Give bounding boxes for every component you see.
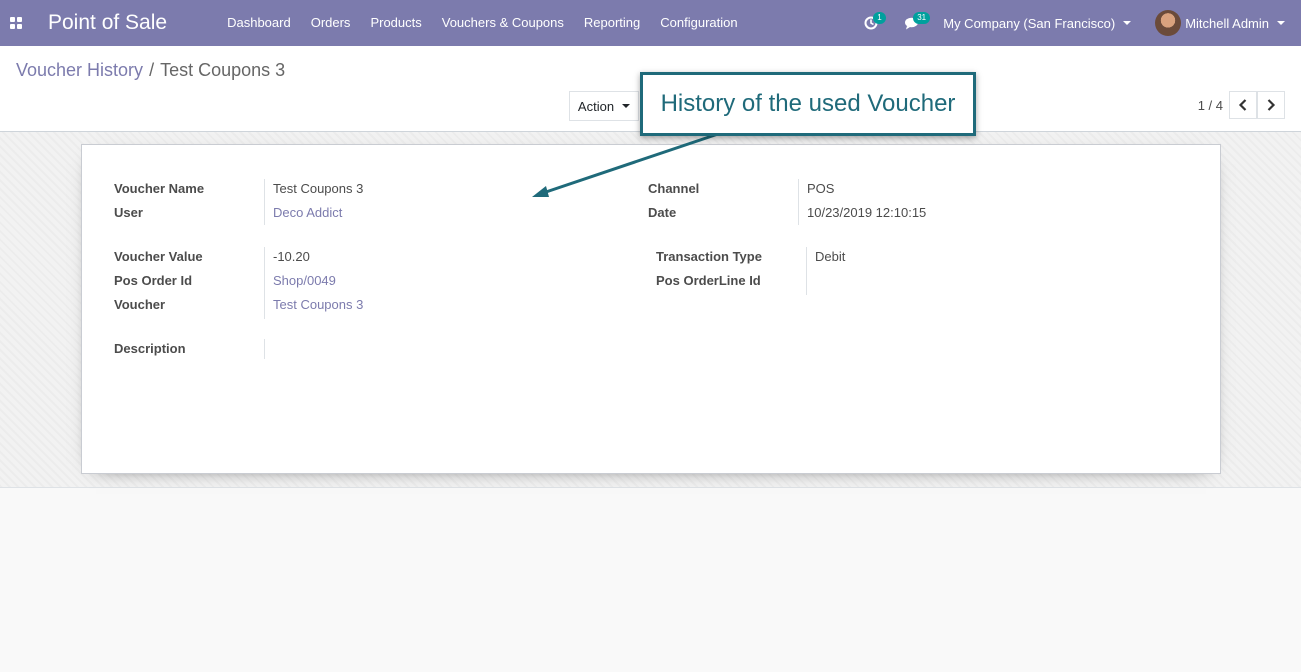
pager-value[interactable]: 1 / 4	[1198, 98, 1223, 113]
user-label: User	[114, 205, 143, 220]
channel-label: Channel	[648, 181, 700, 196]
channel-value[interactable]: POS	[807, 181, 834, 196]
action-label: Action	[577, 98, 615, 114]
callout-text: History of the used Voucher	[660, 90, 956, 117]
field-separator	[264, 339, 265, 359]
voucher-value[interactable]: -10.20	[273, 249, 310, 264]
systray: 1 31 My Company (San Francisco) Mitchell…	[851, 0, 1301, 46]
voucher-value-label: Voucher Value	[114, 249, 203, 264]
voucher-name-label: Voucher Name	[114, 181, 205, 196]
description-label: Description	[114, 341, 186, 356]
messages-badge: 31	[913, 12, 931, 24]
transaction-type-label: Transaction Type	[656, 249, 762, 264]
app-brand[interactable]: Point of Sale	[48, 11, 167, 35]
field-separator	[806, 247, 807, 295]
menu-item-dashboard[interactable]: Dashboard	[217, 0, 301, 46]
field-separator	[798, 179, 799, 225]
voucher-label: Voucher	[114, 297, 166, 312]
annotation-callout: History of the used Voucher	[640, 72, 976, 136]
pos-order-id-link[interactable]: Shop/0049	[273, 273, 336, 288]
pager: 1 / 4	[1198, 91, 1285, 119]
caret-down-icon	[1277, 21, 1285, 25]
menu-item-orders[interactable]: Orders	[301, 0, 361, 46]
breadcrumb: Voucher History / Test Coupons 3	[16, 60, 285, 81]
pos-orderline-id-label: Pos OrderLine Id	[656, 273, 761, 288]
menu-item-reporting[interactable]: Reporting	[574, 0, 650, 46]
breadcrumb-current: Test Coupons 3	[160, 60, 286, 80]
field-separator	[264, 179, 265, 225]
transaction-type-value[interactable]: Debit	[815, 249, 845, 264]
messages-icon[interactable]: 31	[891, 0, 931, 46]
breadcrumb-parent[interactable]: Voucher History	[16, 60, 143, 81]
company-name: My Company (San Francisco)	[943, 15, 1116, 31]
user-link[interactable]: Deco Addict	[273, 205, 342, 220]
voucher-link[interactable]: Test Coupons 3	[273, 297, 363, 312]
action-button[interactable]: Action	[569, 91, 639, 121]
caret-down-icon	[1123, 21, 1132, 25]
user-menu[interactable]: Mitchell Admin	[1143, 10, 1301, 36]
user-name: Mitchell Admin	[1185, 15, 1269, 31]
pager-next-button[interactable]	[1257, 91, 1285, 119]
breadcrumb-separator: /	[149, 60, 155, 80]
menu-item-vouchers-coupons[interactable]: Vouchers & Coupons	[432, 0, 574, 46]
main-menu: Dashboard Orders Products Vouchers & Cou…	[217, 0, 748, 46]
chevron-left-icon	[1238, 99, 1247, 111]
caret-down-icon	[622, 104, 631, 108]
avatar	[1155, 10, 1182, 36]
form-sheet: Voucher Name User Test Coupons 3 Deco Ad…	[81, 144, 1221, 474]
activity-badge: 1	[873, 12, 886, 24]
company-switcher[interactable]: My Company (San Francisco)	[931, 16, 1143, 31]
chevron-right-icon	[1267, 99, 1276, 111]
voucher-name-value[interactable]: Test Coupons 3	[273, 181, 363, 196]
activity-icon[interactable]: 1	[851, 0, 891, 46]
menu-item-configuration[interactable]: Configuration	[650, 0, 747, 46]
apps-menu-icon[interactable]	[0, 0, 32, 46]
pager-previous-button[interactable]	[1229, 91, 1257, 119]
field-separator	[264, 247, 265, 319]
menu-item-products[interactable]: Products	[360, 0, 431, 46]
date-value[interactable]: 10/23/2019 12:10:15	[807, 205, 926, 220]
top-navbar: Point of Sale Dashboard Orders Products …	[0, 0, 1301, 46]
pos-order-id-label: Pos Order Id	[114, 273, 193, 288]
date-label: Date	[648, 205, 677, 220]
